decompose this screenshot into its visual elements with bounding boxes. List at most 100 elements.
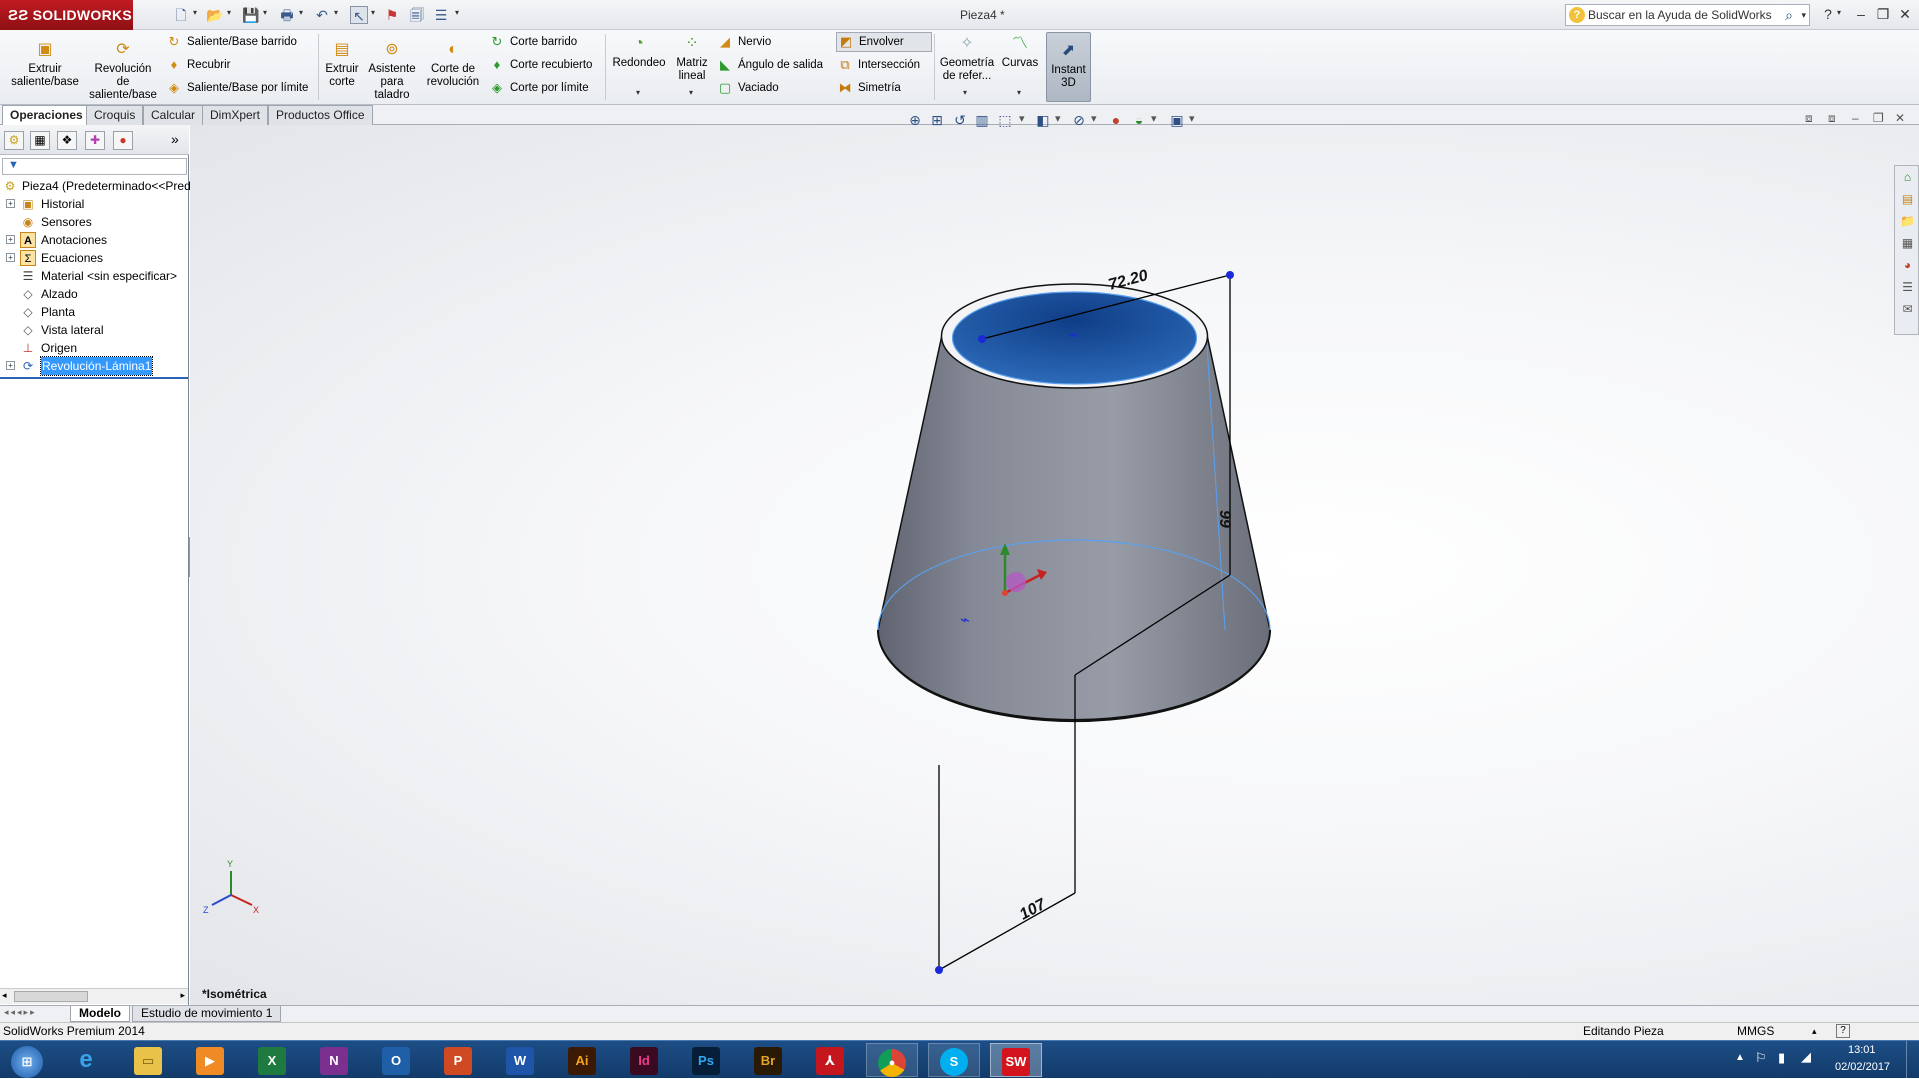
rebuild-icon[interactable]: ⚑ — [383, 6, 401, 24]
taskbar-solidworks[interactable]: SW — [990, 1043, 1042, 1077]
dim-height-text[interactable]: 99 — [1216, 510, 1233, 528]
previous-view-icon[interactable]: ↺ — [950, 112, 970, 129]
cone-part[interactable] — [877, 283, 1271, 723]
new-document-icon[interactable]: 🗋 — [172, 6, 190, 24]
shell-button[interactable]: ▢ Vaciado — [716, 79, 779, 97]
taskbar-skype[interactable]: S — [928, 1043, 980, 1077]
taskbar-outlook[interactable]: O — [370, 1043, 422, 1077]
clock-date[interactable]: 02/02/2017 — [1835, 1061, 1890, 1073]
zoom-to-area-icon[interactable]: ⊞ — [927, 112, 947, 129]
revolve-cut-button[interactable]: ◐ Corte de revolución — [422, 40, 484, 89]
display-manager-tab-icon[interactable]: ● — [113, 131, 133, 150]
file-properties-icon[interactable]: 🗐 — [408, 6, 426, 24]
network-icon[interactable]: ◢ — [1801, 1049, 1811, 1065]
tree-filter-input[interactable]: ▼ — [2, 158, 187, 175]
design-library-icon[interactable]: ▤ — [1898, 190, 1917, 209]
tab-scroll-arrows[interactable]: ◂◂◂▸▸ — [4, 1007, 37, 1018]
panel-horizontal-scrollbar[interactable]: ◂ ▸ — [0, 988, 188, 1004]
rib-button[interactable]: ◢ Nervio — [716, 33, 771, 51]
start-button[interactable]: ⊞ — [2, 1043, 52, 1078]
expand-icon[interactable]: + — [6, 235, 15, 244]
help-dropdown-arrow[interactable]: ▾ — [1837, 8, 1841, 17]
swept-cut-button[interactable]: ↻ Corte barrido — [488, 33, 578, 51]
display-style-icon[interactable]: ◧ — [1033, 112, 1053, 129]
tab-dimxpert[interactable]: DimXpert — [202, 105, 269, 125]
view-orientation-icon[interactable]: ⬚ — [995, 112, 1015, 129]
bottom-dimension-line[interactable] — [938, 892, 1076, 971]
fillet-dropdown-arrow[interactable]: ▾ — [636, 88, 640, 97]
tab-calcular[interactable]: Calcular — [143, 105, 204, 125]
tab-estudio-movimiento[interactable]: Estudio de movimiento 1 — [132, 1006, 282, 1022]
intersect-button[interactable]: ⧉ Intersección — [836, 56, 920, 74]
clock-time[interactable]: 13:01 — [1848, 1044, 1876, 1056]
mirror-button[interactable]: ⧓ Simetría — [836, 79, 901, 97]
open-dropdown-arrow[interactable]: ▾ — [227, 8, 231, 17]
curves-button[interactable]: 〽 Curvas — [1000, 34, 1040, 70]
solidworks-logo[interactable]: ƧƧ SOLIDWORKS — [0, 0, 133, 30]
hide-show-items-icon[interactable]: ⊘ — [1069, 112, 1089, 129]
document-minimize-icon[interactable]: – — [1852, 111, 1859, 125]
show-desktop-button[interactable] — [1906, 1041, 1919, 1079]
power-icon[interactable]: ▮ — [1778, 1050, 1785, 1066]
hole-wizard-button[interactable]: ⊚ Asistente para taladro — [366, 40, 418, 102]
lofted-cut-button[interactable]: ♦ Corte recubierto — [488, 56, 593, 74]
expand-panel-chevron-icon[interactable]: » — [171, 131, 179, 147]
view-settings-dropdown-arrow[interactable]: ▾ — [1189, 112, 1195, 125]
status-help-icon[interactable]: ? — [1836, 1024, 1850, 1038]
display-style-dropdown-arrow[interactable]: ▾ — [1055, 112, 1061, 125]
cone-surface[interactable] — [877, 334, 1271, 723]
graphics-area[interactable]: 72.20 99 107 ⌁ ⌁ Y X Z *Isométrica — [190, 125, 1919, 1005]
loft-button[interactable]: ♦ Recubrir — [165, 56, 231, 74]
swept-boss-button[interactable]: ↻ Saliente/Base barrido — [165, 33, 297, 51]
custom-properties-icon[interactable]: ☰ — [1898, 278, 1917, 297]
close-icon[interactable]: ✕ — [1894, 4, 1916, 24]
feature-tree-tab-icon[interactable]: ⚙ — [4, 131, 24, 150]
restore-icon[interactable]: ❐ — [1872, 4, 1894, 24]
rollback-bar[interactable] — [0, 377, 188, 379]
file-explorer-icon[interactable]: 📁 — [1898, 212, 1917, 231]
taskbar-word[interactable]: W — [494, 1043, 546, 1077]
taskbar-onenote[interactable]: N — [308, 1043, 360, 1077]
view-palette-icon[interactable]: ▦ — [1898, 234, 1917, 253]
viewport-split-vertical-icon[interactable]: ⧈ — [1828, 111, 1836, 126]
taskbar-internet-explorer[interactable]: e — [60, 1043, 112, 1077]
forum-icon[interactable]: ✉ — [1898, 300, 1917, 319]
linear-pattern-button[interactable]: ⁘ Matriz lineal — [672, 34, 712, 83]
taskbar-chrome[interactable]: ● — [866, 1043, 918, 1077]
edit-appearance-icon[interactable]: ● — [1106, 112, 1126, 128]
instant3d-button[interactable]: ⬈ Instant 3D — [1046, 32, 1091, 102]
save-dropdown-arrow[interactable]: ▾ — [263, 8, 267, 17]
model-canvas[interactable]: 72.20 99 107 ⌁ ⌁ Y X Z — [190, 125, 1919, 1005]
boundary-boss-button[interactable]: ◈ Saliente/Base por límite — [165, 79, 308, 97]
undo-icon[interactable]: ↶ — [313, 6, 331, 24]
select-dropdown-arrow[interactable]: ▾ — [371, 8, 375, 17]
viewport-split-horizontal-icon[interactable]: ⧈ — [1805, 111, 1813, 126]
select-arrow-icon[interactable]: ↖ — [350, 6, 368, 24]
scroll-left-arrow[interactable]: ◂ — [2, 990, 7, 1001]
apply-scene-icon[interactable]: ◒ — [1129, 112, 1149, 128]
draft-button[interactable]: ◣ Ángulo de salida — [716, 56, 823, 74]
configuration-manager-tab-icon[interactable]: ❖ — [57, 131, 77, 150]
curves-dropdown-arrow[interactable]: ▾ — [1017, 88, 1021, 97]
appearances-icon[interactable]: ◕ — [1898, 256, 1917, 275]
revolve-boss-button[interactable]: ⟳ Revolución de saliente/base — [88, 40, 158, 102]
document-restore-icon[interactable]: ❐ — [1873, 111, 1884, 125]
property-manager-tab-icon[interactable]: ▦ — [30, 131, 50, 150]
dimxpert-manager-tab-icon[interactable]: ✚ — [85, 131, 105, 150]
undo-dropdown-arrow[interactable]: ▾ — [334, 8, 338, 17]
zoom-to-fit-icon[interactable]: ⊕ — [905, 112, 925, 129]
search-icon[interactable]: ⌕ — [1785, 5, 1793, 25]
expand-icon[interactable]: + — [6, 199, 15, 208]
document-close-icon[interactable]: ✕ — [1895, 111, 1905, 125]
new-dropdown-arrow[interactable]: ▾ — [193, 8, 197, 17]
tab-productos-office[interactable]: Productos Office — [268, 105, 373, 125]
taskbar-photoshop[interactable]: Ps — [680, 1043, 732, 1077]
taskbar-indesign[interactable]: Id — [618, 1043, 670, 1077]
options-dropdown-arrow[interactable]: ▾ — [455, 8, 459, 17]
sketch-relation-icon[interactable]: ⌁ — [960, 610, 970, 629]
print-dropdown-arrow[interactable]: ▾ — [299, 8, 303, 17]
scene-dropdown-arrow[interactable]: ▾ — [1151, 112, 1157, 125]
reference-geometry-button[interactable]: ✧ Geometría de refer... — [938, 34, 996, 83]
view-settings-icon[interactable]: ▣ — [1167, 112, 1187, 129]
scroll-right-arrow[interactable]: ▸ — [180, 990, 185, 1001]
